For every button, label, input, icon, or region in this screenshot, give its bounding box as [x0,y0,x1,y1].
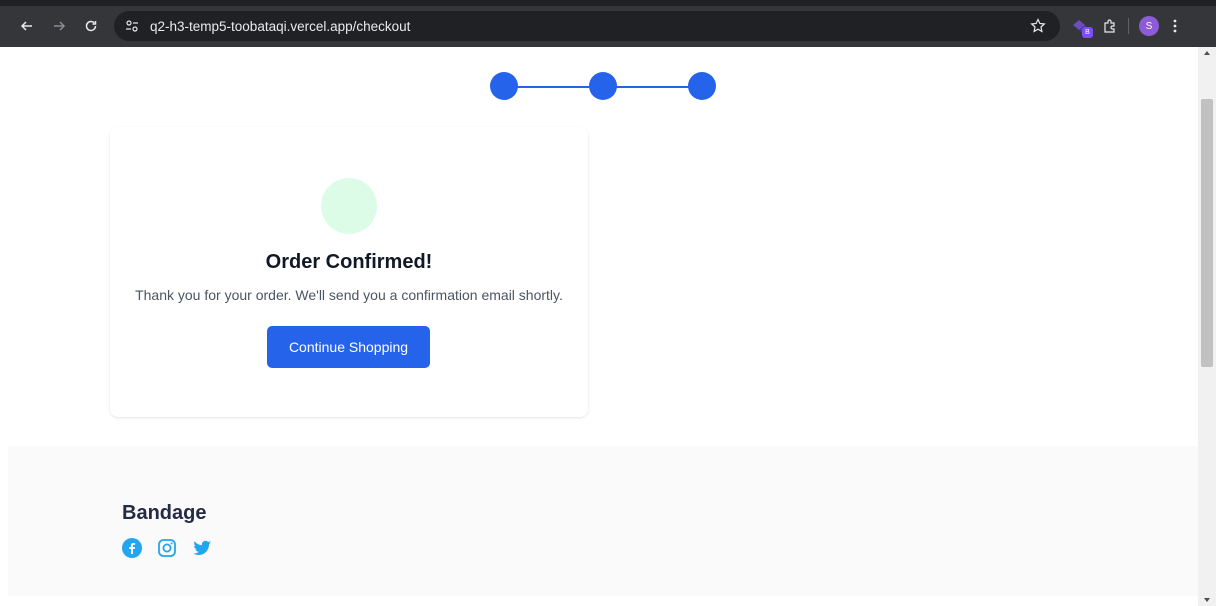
scroll-up-arrow-icon[interactable] [1204,51,1210,55]
back-button[interactable] [16,15,38,37]
instagram-icon[interactable] [157,538,177,558]
url-text[interactable]: q2-h3-temp5-toobataqi.vercel.app/checkou… [150,19,410,34]
page-scrollbar[interactable] [1198,47,1216,606]
order-confirmation-card: Order Confirmed! Thank you for your orde… [110,127,588,417]
more-menu-icon[interactable] [1173,19,1177,33]
twitter-icon[interactable] [192,538,212,558]
facebook-icon[interactable] [122,538,142,558]
success-icon [321,178,377,234]
reload-icon [85,20,97,32]
scrollbar-thumb[interactable] [1201,99,1213,367]
step-2-indicator [589,72,617,100]
puzzle-icon[interactable] [1102,18,1118,34]
confirmation-title: Order Confirmed! [265,251,433,273]
scroll-down-arrow-icon[interactable] [1204,598,1210,602]
toolbar-divider [1128,18,1129,34]
arrow-right-icon [54,21,66,31]
footer-brand: Bandage [122,502,207,524]
extension-badge: B [1082,27,1093,38]
site-info-icon[interactable] [124,18,140,34]
forward-button[interactable] [48,15,70,37]
continue-shopping-button[interactable]: Continue Shopping [267,326,430,368]
arrow-left-icon [20,21,32,31]
confirmation-message: Thank you for your order. We'll send you… [135,287,563,303]
social-links [122,538,212,558]
extension-icon[interactable]: B [1070,16,1093,38]
step-1-indicator [490,72,518,100]
bookmark-star-icon[interactable] [1030,18,1046,39]
profile-avatar[interactable]: S [1139,16,1159,36]
checkout-stepper [490,72,716,102]
site-footer: Bandage [8,446,1198,596]
page-viewport: Order Confirmed! Thank you for your orde… [0,47,1198,606]
browser-toolbar: q2-h3-temp5-toobataqi.vercel.app/checkou… [0,6,1216,47]
address-bar[interactable]: q2-h3-temp5-toobataqi.vercel.app/checkou… [114,11,1060,41]
reload-button[interactable] [80,15,102,37]
extensions-area: B S [1070,12,1177,40]
step-3-indicator [688,72,716,100]
